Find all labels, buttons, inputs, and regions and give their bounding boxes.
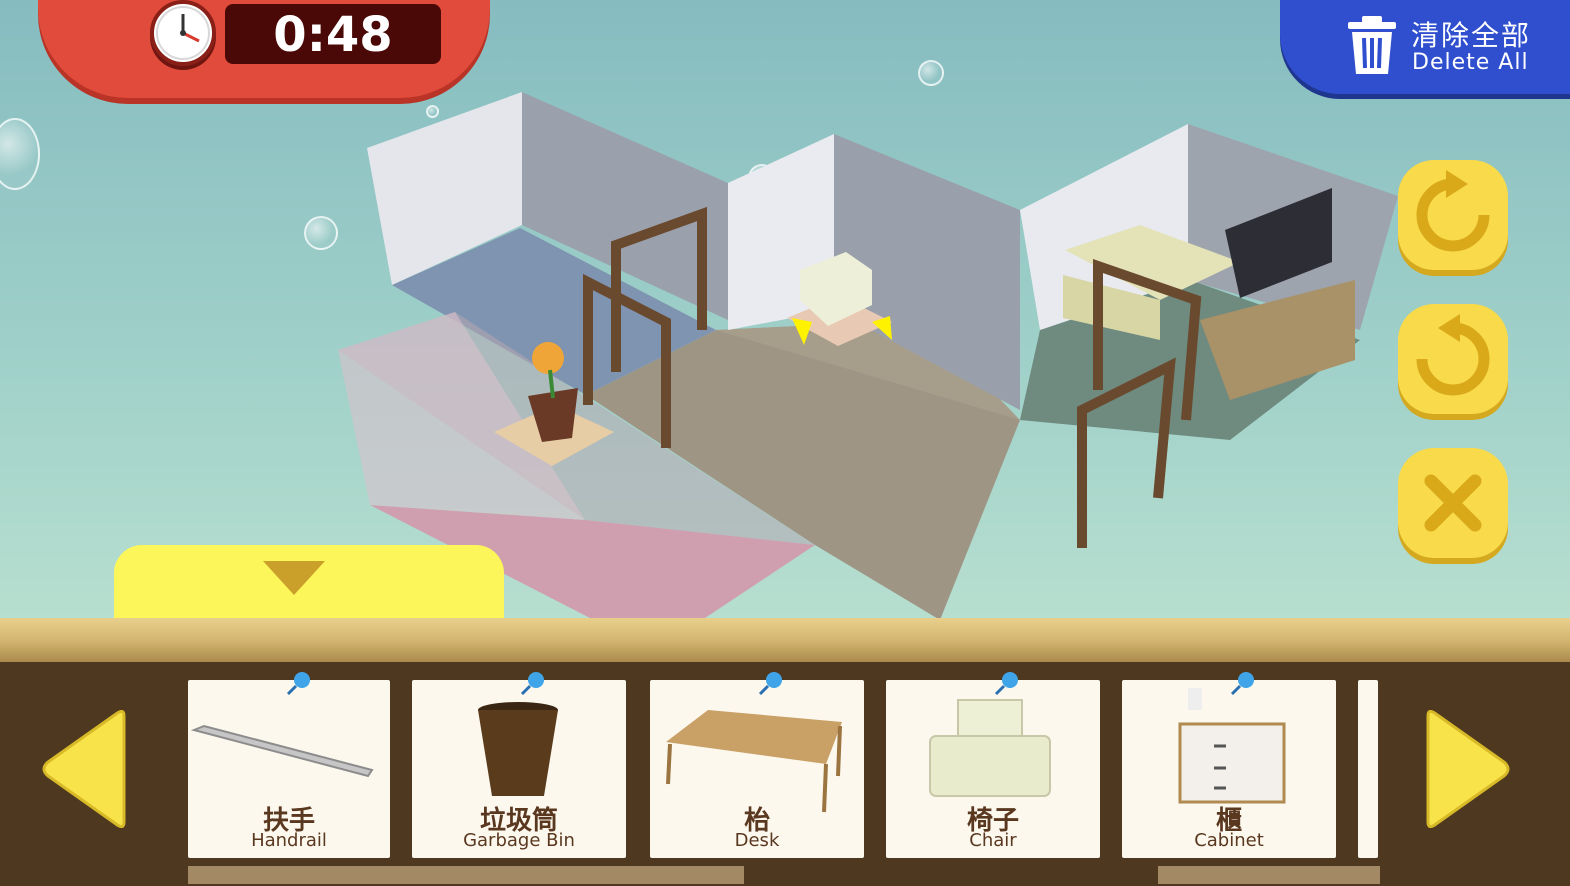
cabinet-icon bbox=[1178, 688, 1286, 804]
rotate-counterclockwise-icon bbox=[1416, 314, 1490, 396]
item-label-en: Desk bbox=[734, 830, 780, 851]
item-label-en: Handrail bbox=[251, 830, 327, 851]
tray-scrollbar-thumb[interactable] bbox=[1158, 866, 1380, 884]
arrow-right-icon bbox=[1426, 709, 1510, 829]
tray-edge bbox=[0, 618, 1570, 662]
delete-all-label-cn: 清除全部 bbox=[1411, 19, 1532, 52]
item-card-chair[interactable]: 椅子 Chair bbox=[886, 672, 1100, 858]
item-card-desk[interactable]: 枱 Desk bbox=[650, 672, 864, 858]
arrow-left-icon bbox=[42, 709, 126, 829]
garbage-bin-icon bbox=[478, 702, 558, 796]
item-label-en: Cabinet bbox=[1194, 830, 1264, 851]
timer-panel: 0:48 bbox=[38, 0, 490, 98]
rotate-clockwise-icon bbox=[1416, 170, 1490, 252]
close-icon bbox=[1424, 474, 1482, 532]
desk-icon bbox=[666, 710, 842, 813]
handrail-icon bbox=[190, 724, 374, 778]
remove-item-button[interactable] bbox=[1398, 448, 1508, 558]
prev-page-button[interactable] bbox=[38, 709, 130, 832]
item-label-en: Garbage Bin bbox=[463, 830, 575, 851]
tray-scrollbar-thumb[interactable] bbox=[188, 866, 744, 884]
delete-all-label-en: Delete All bbox=[1412, 50, 1529, 75]
item-card-handrail[interactable]: 扶手 Handrail bbox=[188, 672, 390, 858]
rotate-clockwise-button[interactable] bbox=[1398, 160, 1508, 270]
delete-all-button[interactable]: 清除全部 Delete All bbox=[1280, 0, 1570, 94]
trash-icon bbox=[1348, 16, 1396, 74]
next-page-button[interactable] bbox=[1422, 709, 1514, 832]
timer-display: 0:48 bbox=[225, 4, 441, 64]
item-card-cabinet[interactable]: 櫃 Cabinet bbox=[1122, 672, 1336, 858]
item-card-garbage-bin[interactable]: 垃圾筒 Garbage Bin bbox=[412, 672, 626, 858]
triangle-down-icon bbox=[263, 561, 325, 595]
clock-icon bbox=[150, 0, 216, 66]
item-label-en: Chair bbox=[969, 830, 1017, 851]
item-card-partial[interactable] bbox=[1358, 680, 1378, 858]
rotate-counterclockwise-button[interactable] bbox=[1398, 304, 1508, 414]
collapse-tray-button[interactable] bbox=[114, 545, 504, 625]
chair-icon bbox=[929, 699, 1051, 797]
